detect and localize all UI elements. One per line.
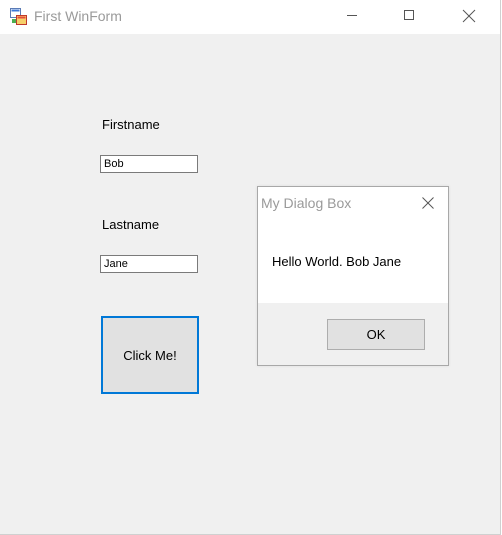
- main-window: First WinForm Firstname Lastname Click M…: [0, 0, 501, 535]
- close-button[interactable]: [446, 0, 492, 32]
- click-me-button[interactable]: Click Me!: [101, 316, 199, 394]
- window-title: First WinForm: [34, 8, 122, 24]
- lastname-input[interactable]: [100, 255, 198, 273]
- app-icon: [10, 8, 27, 25]
- close-icon: [462, 9, 476, 23]
- dialog-close-button[interactable]: [418, 193, 438, 213]
- title-bar[interactable]: First WinForm: [0, 0, 500, 34]
- firstname-input[interactable]: [100, 155, 198, 173]
- lastname-label: Lastname: [102, 217, 160, 232]
- close-icon: [422, 197, 434, 209]
- firstname-label: Firstname: [102, 117, 160, 132]
- dialog-message: Hello World. Bob Jane: [272, 254, 402, 269]
- maximize-icon: [404, 10, 414, 20]
- minimize-icon: [347, 15, 357, 16]
- minimize-button[interactable]: [330, 0, 376, 32]
- dialog-footer: OK: [258, 303, 448, 365]
- ok-button[interactable]: OK: [327, 319, 425, 350]
- dialog-title: My Dialog Box: [261, 195, 352, 211]
- dialog-box: My Dialog Box Hello World. Bob Jane OK: [257, 186, 449, 366]
- maximize-button[interactable]: [387, 0, 433, 32]
